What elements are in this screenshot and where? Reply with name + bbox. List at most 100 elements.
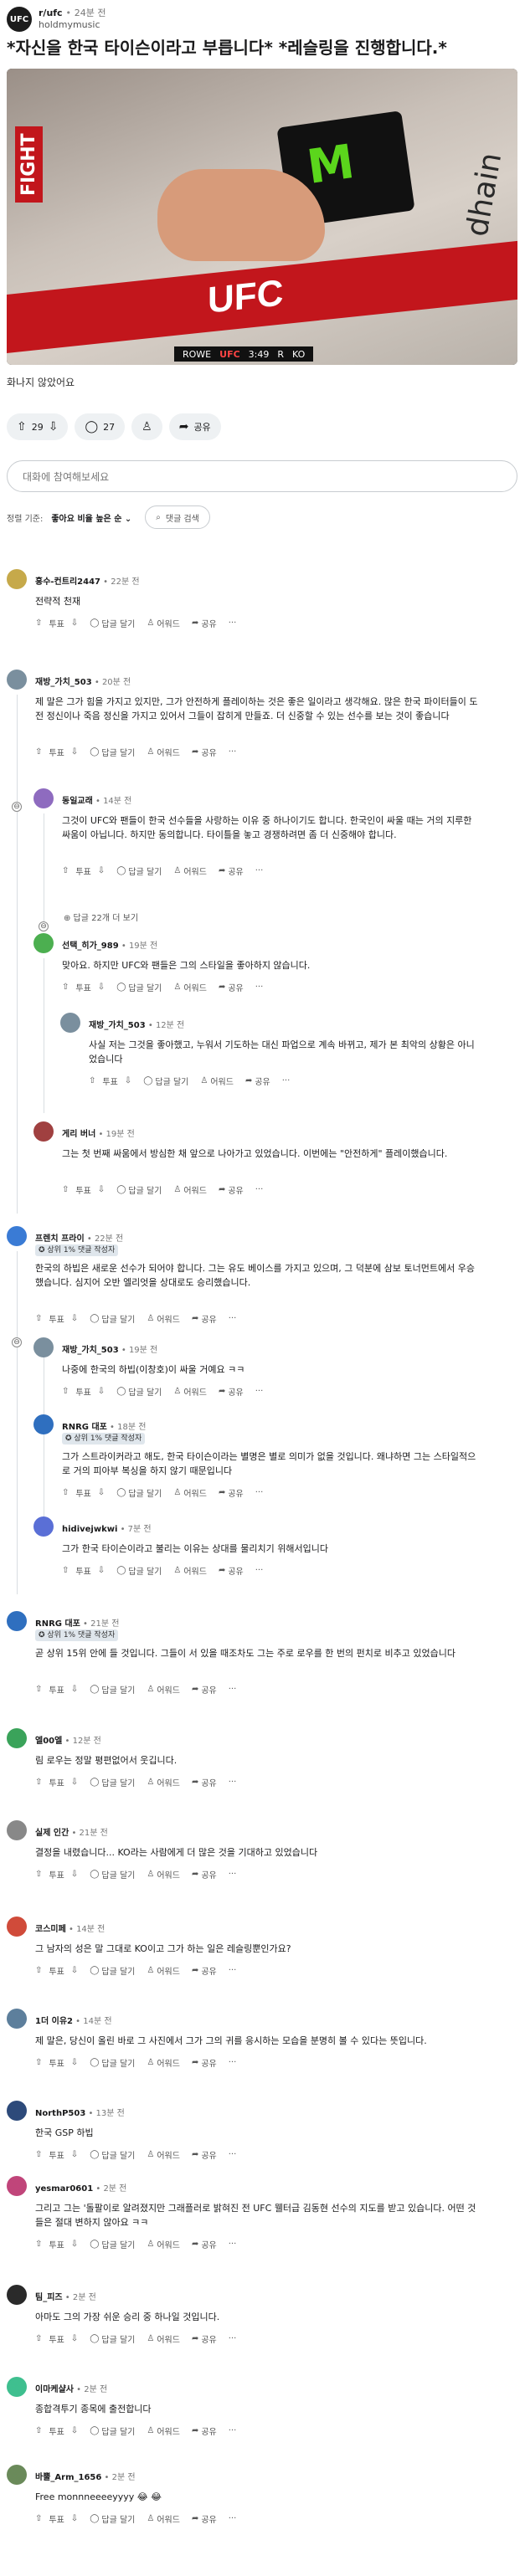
upvote-icon[interactable]: ⇧ [35, 1778, 42, 1787]
reply-button[interactable]: ◯ 답글 달기 [116, 1385, 162, 1398]
upvote-icon[interactable]: ⇧ [62, 1387, 69, 1396]
downvote-icon[interactable]: ⇩ [71, 1685, 78, 1694]
reply-button[interactable]: ◯ 답글 달기 [143, 1075, 188, 1087]
downvote-icon[interactable]: ⇩ [71, 2240, 78, 2249]
downvote-icon[interactable]: ⇩ [71, 2058, 78, 2067]
more-options-icon[interactable]: ··· [229, 2240, 237, 2249]
vote-pill[interactable]: ⇧ 29 ⇩ [7, 413, 69, 440]
avatar[interactable] [7, 2285, 27, 2305]
reply-button[interactable]: ◯ 답글 달기 [90, 2425, 135, 2437]
share-button[interactable]: ➦ 공유 [192, 1683, 217, 1696]
comment-input[interactable]: 대화에 참여해보세요 [7, 460, 517, 492]
upvote-icon[interactable]: ⇧ [62, 1488, 69, 1497]
avatar[interactable] [7, 1611, 27, 1631]
upvote-icon[interactable]: ⇧ [35, 1966, 42, 1975]
comment-author[interactable]: 재방_가치_503 [35, 678, 92, 687]
share-button[interactable]: ➦ 공유 [192, 617, 217, 629]
comment-author[interactable]: 게리 버너 [62, 1130, 95, 1139]
more-options-icon[interactable]: ··· [229, 1314, 237, 1323]
reply-button[interactable]: ◯ 답글 달기 [116, 1486, 162, 1499]
collapse-thread-icon[interactable]: ⊖ [12, 1337, 22, 1347]
comment-author[interactable]: NorthP503 [35, 2109, 85, 2118]
more-options-icon[interactable]: ··· [229, 2514, 237, 2523]
collapse-thread-icon[interactable]: ⊖ [12, 802, 22, 812]
upvote-icon[interactable]: ⇧ [62, 866, 69, 875]
upvote-icon[interactable]: ⇧ [35, 2240, 42, 2249]
sort-dropdown[interactable]: 좋아요 비율 높은 순 ⌄ [51, 511, 131, 524]
downvote-icon[interactable]: ⇩ [71, 747, 78, 757]
reply-button[interactable]: ◯ 답글 달기 [90, 2148, 135, 2161]
comment-author[interactable]: hidivejwkwi [62, 1525, 117, 1534]
share-button[interactable]: ➦ 공유 [219, 1385, 244, 1398]
more-options-icon[interactable]: ··· [229, 1778, 237, 1787]
award-button[interactable]: ♙ 어워드 [147, 746, 180, 758]
reply-button[interactable]: ◯ 답글 달기 [90, 1964, 135, 1977]
avatar[interactable] [7, 2101, 27, 2121]
post-media[interactable]: M UFC FIGHT dhain ROWE UFC 3:49 R KO [7, 69, 517, 365]
downvote-icon[interactable]: ⇩ [98, 1488, 105, 1497]
downvote-icon[interactable]: ⇩ [71, 1870, 78, 1879]
more-options-icon[interactable]: ··· [255, 1185, 264, 1194]
avatar[interactable] [7, 2377, 27, 2397]
award-button[interactable]: ♙ 어워드 [173, 1385, 207, 1398]
upvote-icon[interactable]: ⇧ [35, 1870, 42, 1879]
reply-button[interactable]: ◯ 답글 달기 [90, 1683, 135, 1696]
upvote-icon[interactable]: ⇧ [62, 1185, 69, 1194]
award-button[interactable]: ♙ 어워드 [147, 617, 180, 629]
award-button[interactable]: ♙ 어워드 [147, 2148, 180, 2161]
avatar[interactable] [33, 1337, 54, 1357]
downvote-icon[interactable]: ⇩ [98, 1387, 105, 1396]
award-button[interactable]: ♙ 어워드 [200, 1075, 234, 1087]
comment-author[interactable]: 프렌치 프라이 [35, 1234, 85, 1244]
share-button[interactable]: ➦ 공유 [192, 1868, 217, 1881]
share-button[interactable]: ➦ 공유 [192, 1964, 217, 1977]
avatar[interactable] [7, 2176, 27, 2196]
award-button[interactable]: ♙ 어워드 [147, 1868, 180, 1881]
more-options-icon[interactable]: ··· [282, 1076, 291, 1085]
upvote-icon[interactable]: ⇧ [35, 618, 42, 628]
upvote-icon[interactable]: ⇧ [62, 1566, 69, 1575]
reply-button[interactable]: ◯ 답글 달기 [90, 2512, 135, 2525]
more-options-icon[interactable]: ··· [255, 1566, 264, 1575]
comment-author[interactable]: 바뿔_Arm_1656 [35, 2473, 101, 2482]
comment-author[interactable]: 선택_히가_989 [62, 942, 119, 951]
downvote-icon[interactable]: ⇩ [71, 1966, 78, 1975]
upvote-icon[interactable]: ⇧ [35, 2058, 42, 2067]
comment-author[interactable]: 엘00엘 [35, 1737, 62, 1746]
comment-author[interactable]: RNRG 대포 [62, 1423, 107, 1432]
award-button[interactable]: ♙ 어워드 [147, 2512, 180, 2525]
reply-button[interactable]: ◯ 답글 달기 [116, 1564, 162, 1577]
award-button[interactable]: ♙ 어워드 [147, 1776, 180, 1788]
downvote-icon[interactable]: ⇩ [71, 2334, 78, 2343]
downvote-icon[interactable]: ⇩ [98, 866, 105, 875]
upvote-icon[interactable]: ⇧ [35, 2426, 42, 2435]
comment-author[interactable]: 재방_가치_503 [62, 1346, 119, 1355]
more-options-icon[interactable]: ··· [229, 1870, 237, 1879]
reply-button[interactable]: ◯ 답글 달기 [116, 865, 162, 877]
avatar[interactable] [7, 2465, 27, 2485]
share-button[interactable]: ➦ 공유 [192, 2425, 217, 2437]
upvote-icon[interactable]: ⇧ [35, 2150, 42, 2159]
share-button[interactable]: ➦ 공유 [192, 2148, 217, 2161]
share-button[interactable]: ➦ 공유 [192, 746, 217, 758]
reply-button[interactable]: ◯ 답글 달기 [90, 1868, 135, 1881]
downvote-icon[interactable]: ⇩ [98, 1185, 105, 1194]
more-replies-link[interactable]: ⊕ 답글 22개 더 보기 [64, 911, 138, 923]
more-options-icon[interactable]: ··· [255, 983, 264, 992]
upvote-icon[interactable]: ⇧ [35, 1685, 42, 1694]
avatar[interactable] [33, 1516, 54, 1537]
award-button[interactable]: ♙ 어워드 [147, 2238, 180, 2250]
share-button[interactable]: ➦ 공유 [219, 865, 244, 877]
avatar[interactable] [7, 569, 27, 589]
reply-button[interactable]: ◯ 답글 달기 [90, 1312, 135, 1325]
more-options-icon[interactable]: ··· [229, 2150, 237, 2159]
comment-author[interactable]: RNRG 대포 [35, 1619, 80, 1629]
more-options-icon[interactable]: ··· [255, 866, 264, 875]
share-button[interactable]: ➦ 공유 [192, 1312, 217, 1325]
comment-author[interactable]: 재방_가치_503 [89, 1021, 146, 1030]
share-button[interactable]: ➦ 공유 [219, 981, 244, 993]
collapse-thread-icon[interactable]: ⊖ [39, 921, 49, 931]
share-button[interactable]: ➦ 공유 [219, 1183, 244, 1196]
more-options-icon[interactable]: ··· [229, 1685, 237, 1694]
avatar[interactable] [7, 1917, 27, 1937]
